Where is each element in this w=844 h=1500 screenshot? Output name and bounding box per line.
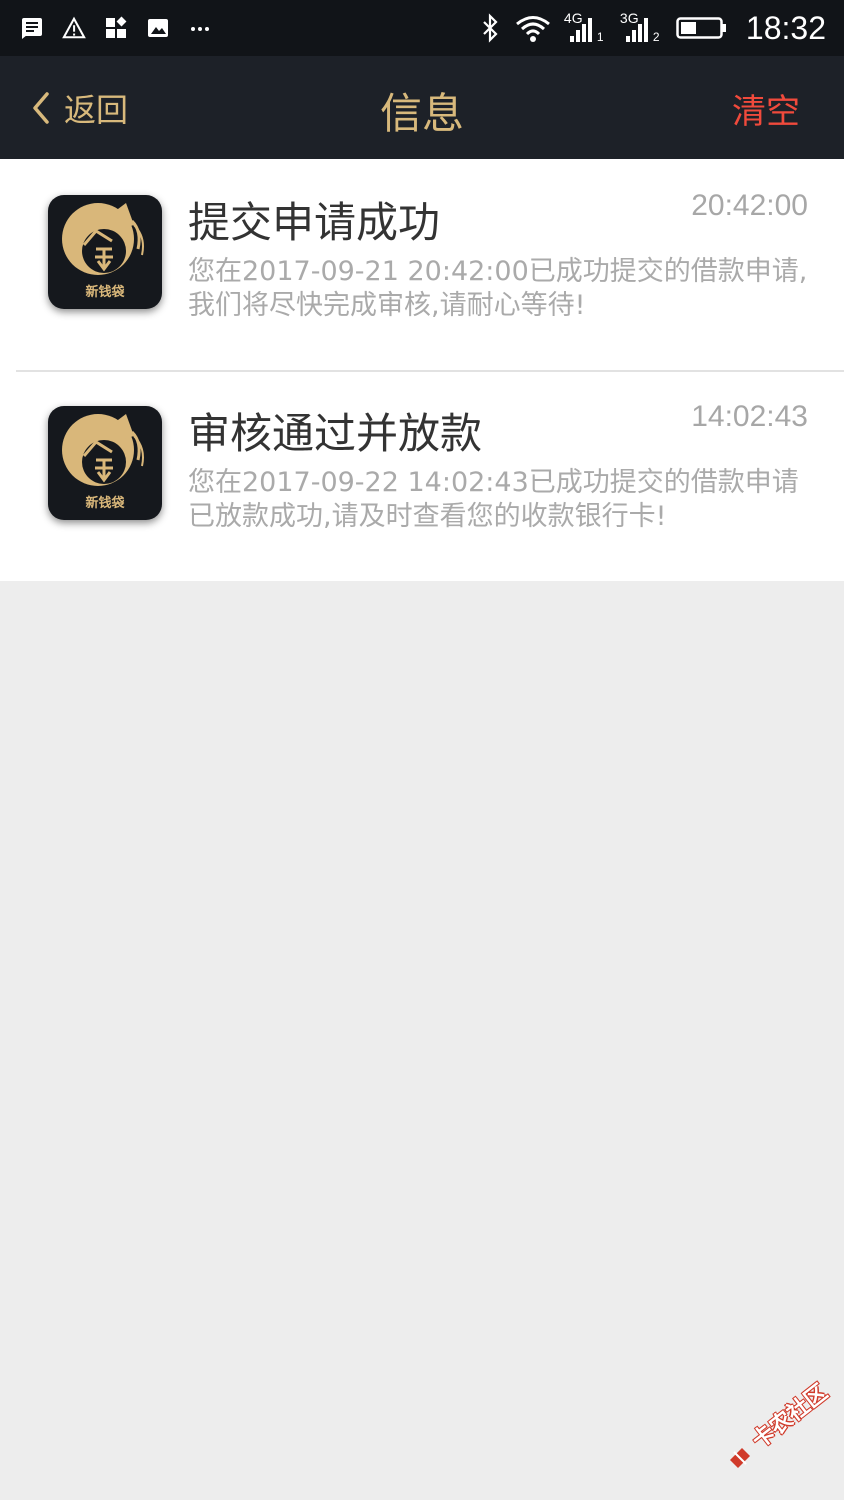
- image-icon: [146, 16, 170, 40]
- signal-sim2: 3G 2: [620, 8, 664, 48]
- warning-icon: [62, 16, 86, 40]
- sim-number-1: 1: [596, 30, 604, 44]
- notification-icons: [20, 12, 212, 44]
- page-title: 信息: [379, 89, 464, 138]
- message-item[interactable]: 新钱袋 审核通过并放款 14:02:43 您在2017-09-22 14:02:…: [0, 370, 844, 581]
- more-icon: [188, 16, 212, 40]
- app-logo-icon: 新钱袋: [48, 195, 162, 309]
- bluetooth-icon: [478, 13, 502, 43]
- app-logo-icon: 新钱袋: [48, 406, 162, 520]
- app-logo-label: 新钱袋: [85, 285, 125, 300]
- system-icons: 4G 1 3G 2 18:32: [478, 8, 826, 48]
- clock: 18:32: [745, 9, 826, 46]
- message-time: 20:42:00: [691, 189, 808, 222]
- message-list: 新钱袋 提交申请成功 20:42:00 您在2017-09-21 20:42:0…: [0, 159, 844, 581]
- message-body: 您在2017-09-21 20:42:00已成功提交的借款申请,我们将尽快完成审…: [188, 256, 808, 321]
- message-time: 14:02:43: [691, 400, 808, 433]
- wifi-icon: [514, 16, 552, 42]
- header-bar: 返回 信息 清空: [0, 56, 844, 159]
- message-item[interactable]: 新钱袋 提交申请成功 20:42:00 您在2017-09-21 20:42:0…: [0, 159, 844, 372]
- signal-sim1: 4G 1: [564, 8, 608, 48]
- message-body: 您在2017-09-22 14:02:43已成功提交的借款申请已放款成功,请及时…: [188, 467, 799, 532]
- clear-button[interactable]: 清空: [732, 84, 800, 133]
- message-notification-icon: [20, 16, 44, 40]
- status-bar: 4G 1 3G 2 18:32: [0, 0, 844, 56]
- watermark-logo: 卡农社区: [724, 1380, 834, 1478]
- apps-icon: [104, 16, 128, 40]
- battery-icon: [676, 16, 728, 40]
- message-title: 提交申请成功: [188, 198, 441, 247]
- app-logo-label: 新钱袋: [85, 496, 125, 511]
- message-title: 审核通过并放款: [188, 409, 483, 458]
- sim-number-2: 2: [652, 30, 660, 44]
